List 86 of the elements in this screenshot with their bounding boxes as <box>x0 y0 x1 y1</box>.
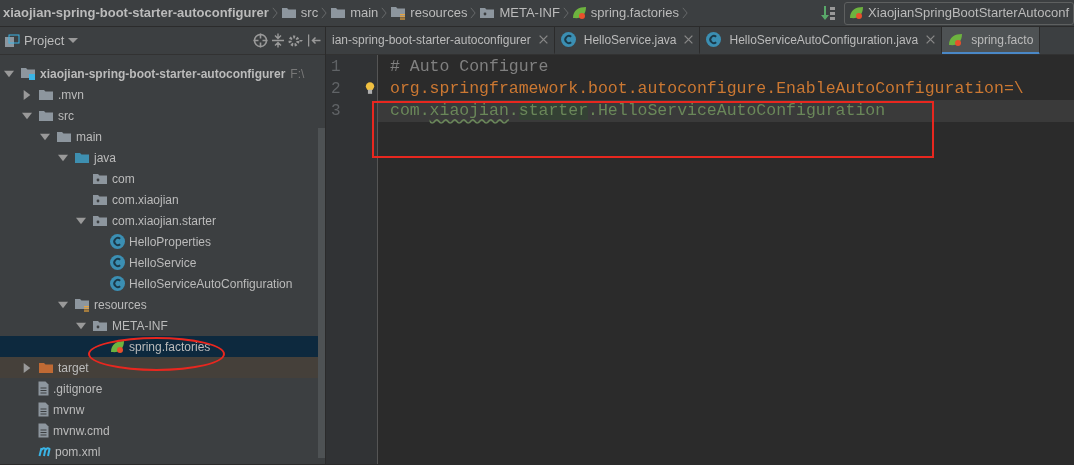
editor-tab[interactable]: HelloService.java <box>554 27 701 54</box>
code-line: # Auto Configure <box>389 56 550 78</box>
tree-item[interactable]: pom.xml <box>0 441 318 462</box>
tree-item[interactable]: com <box>0 168 318 189</box>
tree-item[interactable]: com.xiaojian <box>0 189 318 210</box>
maven-icon <box>38 446 51 457</box>
collapse-icon[interactable] <box>272 33 284 48</box>
update-icon[interactable] <box>820 5 837 21</box>
tree-item[interactable]: .mvn <box>0 84 318 105</box>
expand-arrow-icon[interactable] <box>76 320 86 331</box>
hide-icon[interactable] <box>308 34 321 47</box>
panel-title-dropdown[interactable]: Project <box>24 30 79 51</box>
expand-arrow-icon[interactable] <box>22 89 32 100</box>
folder-icon <box>280 7 297 19</box>
package-folder-icon <box>92 214 108 227</box>
folder-icon <box>330 7 347 19</box>
expand-arrow-icon[interactable] <box>40 131 50 142</box>
settings-icon[interactable] <box>288 34 304 47</box>
caret-icon <box>68 38 79 43</box>
chevron-icon <box>562 5 569 21</box>
class-icon <box>110 276 125 291</box>
breadcrumb[interactable]: META-INF <box>476 0 563 26</box>
run-configuration[interactable]: XiaojianSpringBootStarterAutoconf <box>844 1 1074 25</box>
project-icon <box>4 33 20 48</box>
scrollbar[interactable] <box>318 128 325 458</box>
chevron-icon <box>470 5 477 21</box>
tree-item[interactable]: xiaojian-spring-boot-starter-autoconfigurer F:\ <box>0 63 318 84</box>
resources-folder-icon <box>74 297 90 312</box>
tree-item[interactable]: HelloService <box>0 252 318 273</box>
breadcrumb[interactable]: spring.factories <box>568 0 682 26</box>
package-folder-icon <box>479 7 496 19</box>
tree-item[interactable]: HelloServiceAutoConfiguration <box>0 273 318 294</box>
chevron-icon <box>271 5 278 21</box>
chevron-icon <box>682 5 688 21</box>
package-folder-icon <box>92 172 108 185</box>
file-icon <box>38 381 49 396</box>
expand-arrow-icon[interactable] <box>22 362 32 373</box>
close-icon[interactable] <box>538 35 548 44</box>
tree-item[interactable]: mvnw <box>0 399 318 420</box>
expand-arrow-icon[interactable] <box>22 110 32 121</box>
tree-item[interactable]: target <box>0 357 318 378</box>
tree-item[interactable]: META-INF <box>0 315 318 336</box>
tree-item[interactable]: .gitignore <box>0 378 318 399</box>
breadcrumb[interactable]: main <box>327 0 382 26</box>
folder-icon <box>38 88 54 101</box>
chevron-icon <box>321 5 328 21</box>
close-icon[interactable] <box>684 35 694 44</box>
close-icon[interactable] <box>926 35 936 44</box>
tree-item[interactable]: mvnw.cmd <box>0 420 318 441</box>
class-icon <box>706 32 722 47</box>
folder-icon <box>74 151 90 164</box>
module-folder-icon <box>20 67 36 80</box>
tree-item[interactable]: spring.factories <box>0 336 318 357</box>
folder-icon <box>56 130 72 143</box>
class-icon <box>110 255 125 270</box>
code-line: org.springframework.boot.autoconfigure.EnableAutoConfiguration=\ <box>389 78 1025 100</box>
tree-item[interactable]: java <box>0 147 318 168</box>
tree-item[interactable]: resources <box>0 294 318 315</box>
leaf-icon <box>948 32 964 47</box>
resources-folder-icon <box>390 6 407 20</box>
package-folder-icon <box>92 319 108 332</box>
tree-item[interactable]: main <box>0 126 318 147</box>
leaf-icon <box>110 339 125 354</box>
file-icon <box>38 402 49 417</box>
leaf-icon <box>849 6 865 20</box>
editor-tab[interactable]: spring.facto <box>942 27 1041 54</box>
file-icon <box>38 423 49 438</box>
expand-arrow-icon[interactable] <box>58 299 68 310</box>
expand-arrow-icon[interactable] <box>4 68 14 79</box>
locate-icon[interactable] <box>253 33 268 48</box>
tree-item[interactable]: src <box>0 105 318 126</box>
leaf-icon <box>571 6 587 20</box>
chevron-icon <box>381 5 388 21</box>
class-icon <box>560 32 576 47</box>
package-folder-icon <box>92 193 108 206</box>
folder-icon <box>38 361 54 374</box>
class-icon <box>110 234 125 249</box>
tree-item[interactable]: com.xiaojian.starter <box>0 210 318 231</box>
folder-icon <box>38 109 54 122</box>
breadcrumb[interactable]: xiaojian-spring-boot-starter-autoconfigurer <box>0 0 272 26</box>
lightbulb-icon[interactable] <box>365 81 375 95</box>
expand-arrow-icon[interactable] <box>76 215 86 226</box>
expand-arrow-icon[interactable] <box>58 152 68 163</box>
breadcrumb[interactable]: src <box>277 0 322 26</box>
breadcrumb[interactable]: resources <box>387 0 471 26</box>
tree-item[interactable]: HelloProperties <box>0 231 318 252</box>
